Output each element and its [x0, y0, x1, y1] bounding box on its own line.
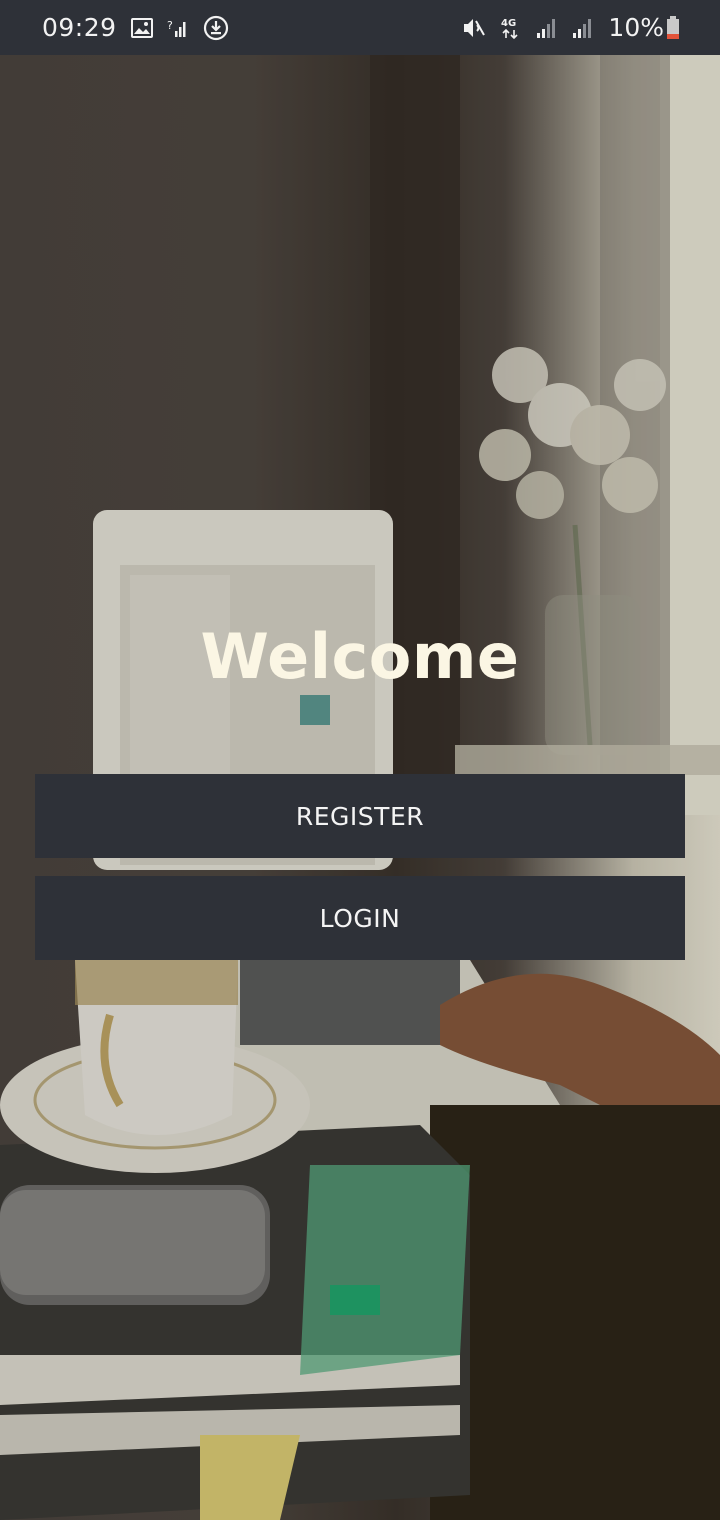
- login-button[interactable]: LOGIN: [35, 876, 685, 960]
- battery-indicator: 10%: [608, 13, 680, 42]
- battery-icon: [666, 15, 680, 40]
- status-bar: 09:29 ? 4G 10%: [0, 0, 720, 55]
- welcome-title: Welcome: [200, 620, 520, 693]
- register-button[interactable]: REGISTER: [35, 774, 685, 858]
- 4g-icon: 4G: [500, 16, 522, 40]
- battery-percent: 10%: [608, 13, 664, 42]
- status-bar-left: 09:29 ?: [42, 13, 229, 42]
- status-time: 09:29: [42, 13, 117, 42]
- signal-icon: [536, 17, 558, 39]
- image-icon: [130, 17, 153, 38]
- status-bar-right: 4G 10%: [462, 13, 680, 42]
- no-sim-signal-icon: ?: [167, 17, 189, 39]
- download-icon: [203, 15, 229, 41]
- signal-icon: [572, 17, 594, 39]
- svg-text:?: ?: [167, 19, 173, 32]
- mute-icon: [462, 17, 486, 39]
- svg-text:4G: 4G: [501, 18, 516, 29]
